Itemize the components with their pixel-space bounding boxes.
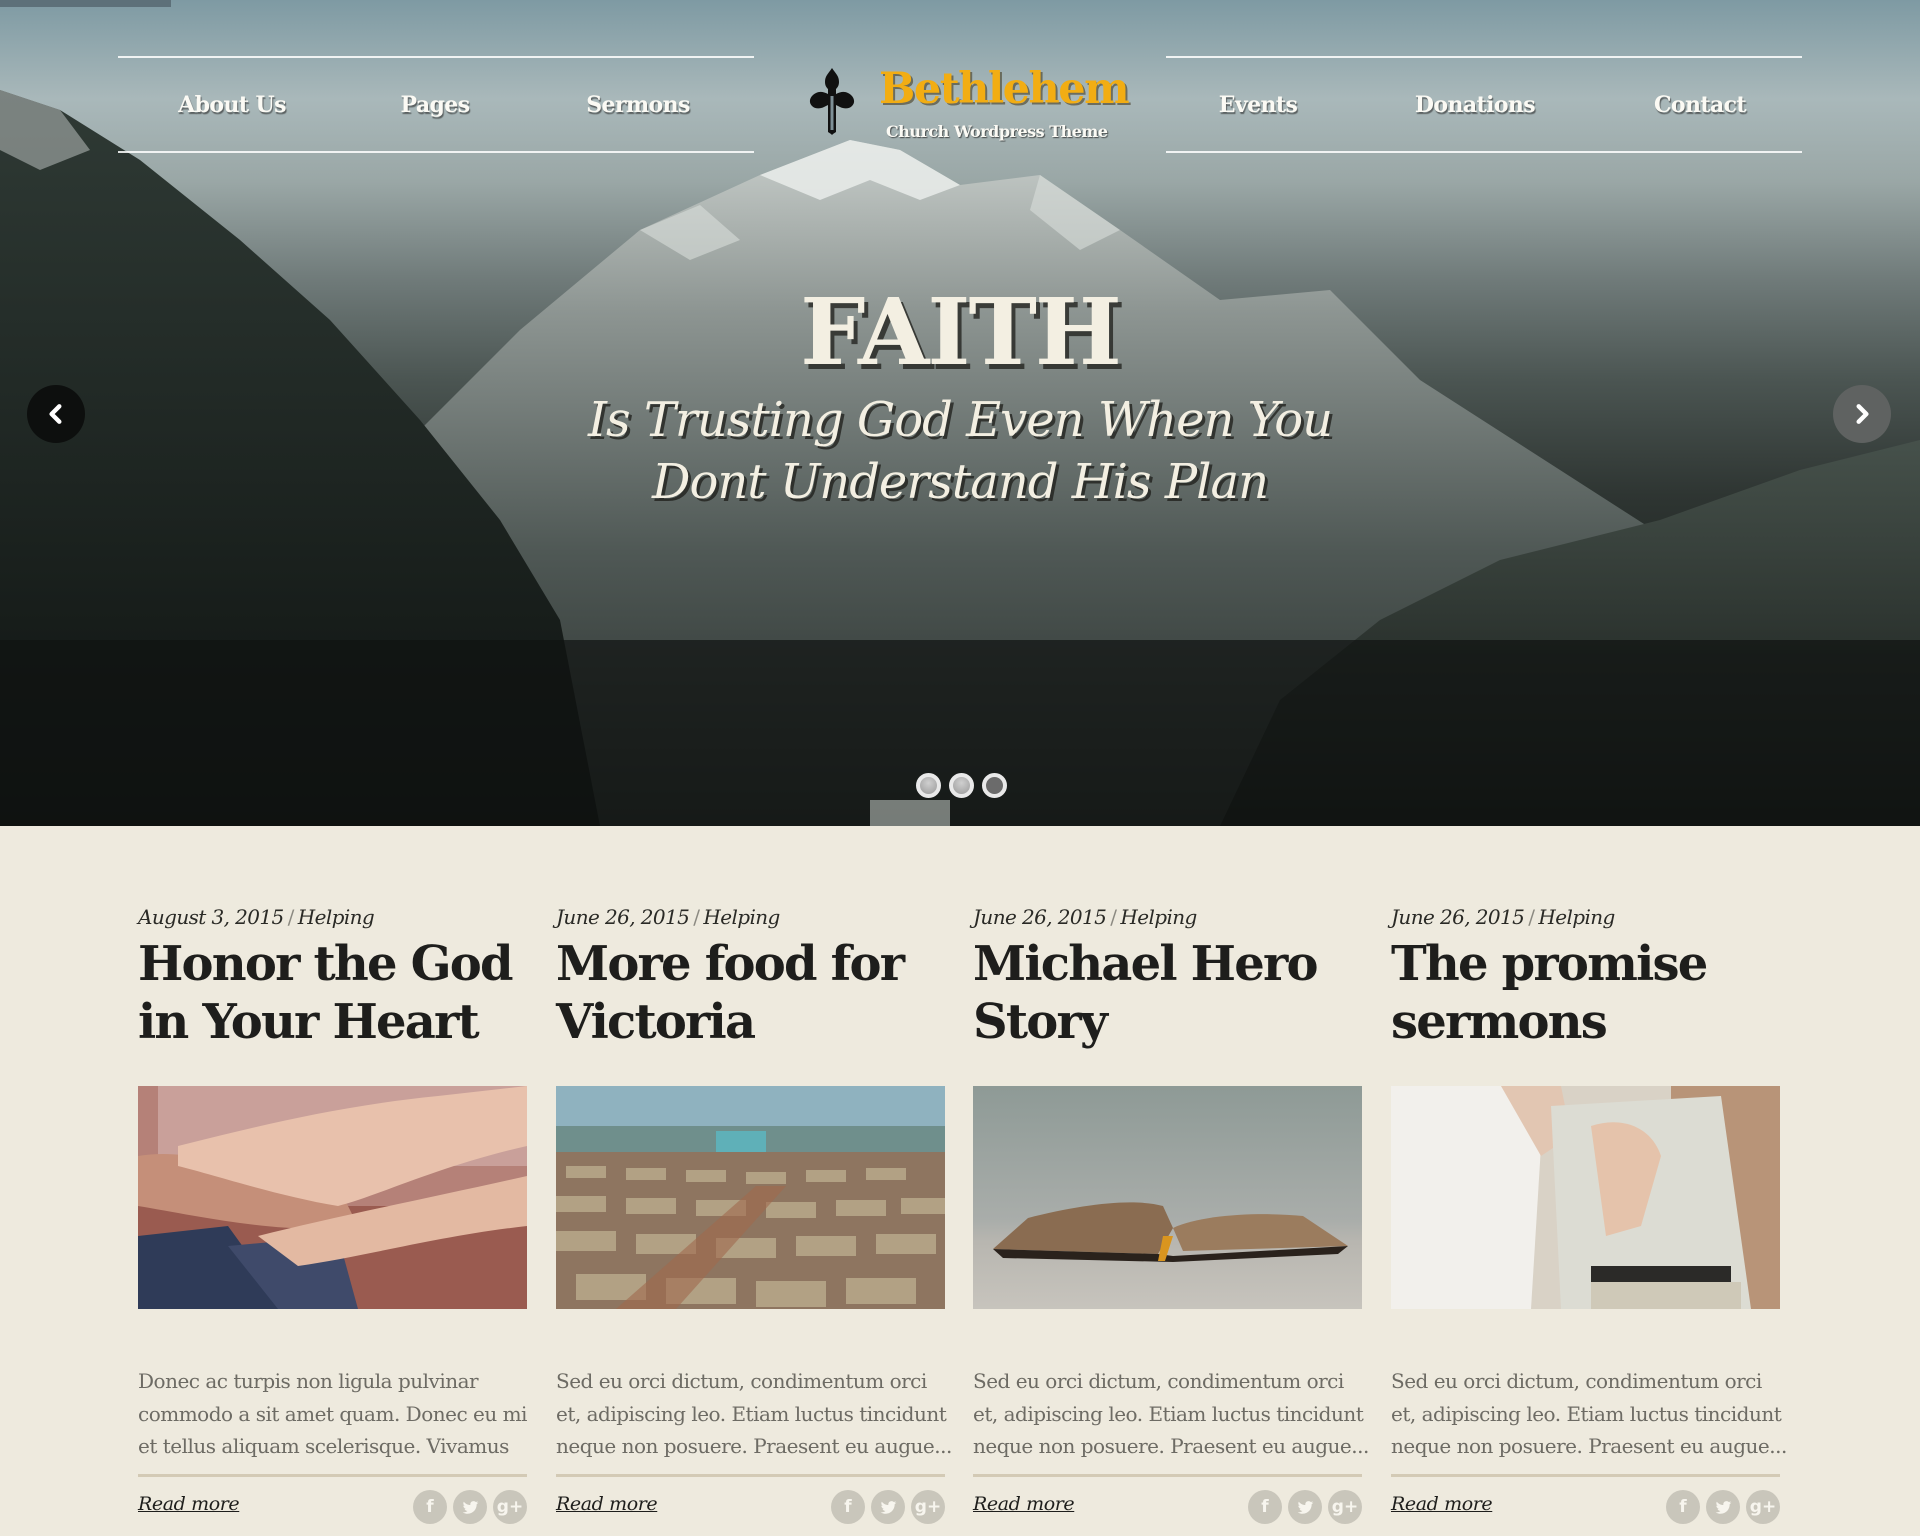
post-card: June 26, 2015/Helping Michael Hero Story <box>973 905 1369 1524</box>
top-bar-strip <box>0 0 171 7</box>
google-plus-icon: g+ <box>914 1497 942 1517</box>
facebook-share-button[interactable]: f <box>413 1490 447 1524</box>
share-buttons: f g+ <box>831 1490 945 1524</box>
post-excerpt: Sed eu orci dictum, condimentum orci et,… <box>1391 1369 1787 1458</box>
facebook-share-button[interactable]: f <box>1248 1490 1282 1524</box>
slider-prev-button[interactable] <box>27 385 85 443</box>
post-image-refugee-camp[interactable] <box>556 1086 945 1309</box>
read-more-link[interactable]: Read more <box>556 1493 658 1515</box>
read-more-link[interactable]: Read more <box>973 1493 1075 1515</box>
google-plus-icon: g+ <box>496 1497 524 1517</box>
meta-separator: / <box>287 905 295 929</box>
post-meta: June 26, 2015/Helping <box>973 905 1362 929</box>
slider-dot-1[interactable] <box>916 773 941 798</box>
meta-separator: / <box>1110 905 1117 929</box>
post-divider <box>138 1474 527 1477</box>
twitter-share-button[interactable] <box>1706 1490 1740 1524</box>
site-logo[interactable]: Bethlehem Church Wordpress Theme <box>800 62 1130 152</box>
slide-title: FAITH <box>800 278 1122 386</box>
post-meta: August 3, 2015/Helping <box>138 905 527 929</box>
google-plus-share-button[interactable]: g+ <box>1328 1490 1362 1524</box>
facebook-share-button[interactable]: f <box>1666 1490 1700 1524</box>
google-plus-share-button[interactable]: g+ <box>911 1490 945 1524</box>
site-tagline: Church Wordpress Theme <box>886 122 1108 141</box>
nav-item-events[interactable]: Events <box>1219 92 1298 118</box>
post-date: June 26, 2015 <box>973 905 1107 929</box>
post-category[interactable]: Helping <box>1538 905 1615 929</box>
facebook-icon: f <box>844 1497 852 1517</box>
google-plus-share-button[interactable]: g+ <box>493 1490 527 1524</box>
twitter-icon <box>880 1500 896 1514</box>
main-nav-left: About Us Pages Sermons <box>118 56 754 153</box>
post-excerpt: Donec ac turpis non ligula pulvinar comm… <box>138 1369 527 1458</box>
twitter-icon <box>462 1500 478 1514</box>
main-nav-right: Events Donations Contact <box>1166 56 1802 153</box>
post-title[interactable]: The promise sermons <box>1391 935 1780 1051</box>
slider-next-button[interactable] <box>1833 385 1891 443</box>
nav-item-contact[interactable]: Contact <box>1654 92 1747 118</box>
facebook-icon: f <box>1679 1497 1687 1517</box>
post-divider <box>556 1474 945 1477</box>
twitter-icon <box>1297 1500 1313 1514</box>
facebook-share-button[interactable]: f <box>831 1490 865 1524</box>
post-meta: June 26, 2015/Helping <box>556 905 945 929</box>
slide-subtitle-line-2: Dont Understand His Plan <box>651 454 1269 510</box>
google-plus-icon: g+ <box>1749 1497 1777 1517</box>
post-category[interactable]: Helping <box>298 905 375 929</box>
post-excerpt: Sed eu orci dictum, condimentum orci et,… <box>556 1369 952 1458</box>
open-bible-image <box>973 1086 1362 1309</box>
post-title[interactable]: Honor the God in Your Heart <box>138 935 527 1051</box>
post-card: August 3, 2015/Helping Honor the God in … <box>138 905 527 1524</box>
chevron-right-icon <box>1856 404 1869 424</box>
facebook-icon: f <box>426 1497 434 1517</box>
post-category[interactable]: Helping <box>1120 905 1197 929</box>
cross-logo-icon <box>809 68 855 135</box>
post-image-holding-hands[interactable] <box>138 1086 527 1309</box>
read-more-link[interactable]: Read more <box>138 1493 240 1515</box>
holding-hands-image <box>138 1086 527 1309</box>
post-title[interactable]: More food for Victoria <box>556 935 945 1051</box>
share-buttons: f g+ <box>1666 1490 1780 1524</box>
post-date: June 26, 2015 <box>1391 905 1525 929</box>
refugee-camp-image <box>556 1086 945 1309</box>
site-title: Bethlehem <box>879 64 1130 114</box>
google-plus-icon: g+ <box>1331 1497 1359 1517</box>
nav-item-pages[interactable]: Pages <box>401 92 471 118</box>
twitter-share-button[interactable] <box>453 1490 487 1524</box>
twitter-share-button[interactable] <box>871 1490 905 1524</box>
meta-separator: / <box>693 905 700 929</box>
post-excerpt: Sed eu orci dictum, condimentum orci et,… <box>973 1369 1369 1458</box>
post-image-elderly-couple[interactable] <box>1391 1086 1780 1309</box>
slider-dot-3[interactable] <box>982 773 1007 798</box>
meta-separator: / <box>1528 905 1535 929</box>
nav-item-about-us[interactable]: About Us <box>178 92 286 118</box>
nav-item-sermons[interactable]: Sermons <box>586 92 690 118</box>
post-divider <box>1391 1474 1780 1477</box>
twitter-share-button[interactable] <box>1288 1490 1322 1524</box>
post-divider <box>973 1474 1362 1477</box>
post-category[interactable]: Helping <box>703 905 780 929</box>
nav-item-donations[interactable]: Donations <box>1415 92 1536 118</box>
share-buttons: f g+ <box>413 1490 527 1524</box>
slide-subtitle-line-1: Is Trusting God Even When You <box>587 392 1333 448</box>
chevron-left-icon <box>49 404 62 424</box>
post-date: June 26, 2015 <box>556 905 690 929</box>
elderly-couple-image <box>1391 1086 1780 1309</box>
hero-slider: About Us Pages Sermons Bethlehem Church … <box>0 0 1920 826</box>
post-title[interactable]: Michael Hero Story <box>973 935 1362 1051</box>
post-card: June 26, 2015/Helping The promise sermon… <box>1391 905 1787 1524</box>
facebook-icon: f <box>1261 1497 1269 1517</box>
google-plus-share-button[interactable]: g+ <box>1746 1490 1780 1524</box>
twitter-icon <box>1715 1500 1731 1514</box>
slider-pagination <box>916 773 1007 798</box>
slider-dot-2[interactable] <box>949 773 974 798</box>
read-more-link[interactable]: Read more <box>1391 1493 1493 1515</box>
post-meta: June 26, 2015/Helping <box>1391 905 1780 929</box>
post-card: June 26, 2015/Helping More food for Vict… <box>556 905 952 1524</box>
share-buttons: f g+ <box>1248 1490 1362 1524</box>
post-image-open-bible[interactable] <box>973 1086 1362 1309</box>
post-date: August 3, 2015 <box>138 905 284 929</box>
